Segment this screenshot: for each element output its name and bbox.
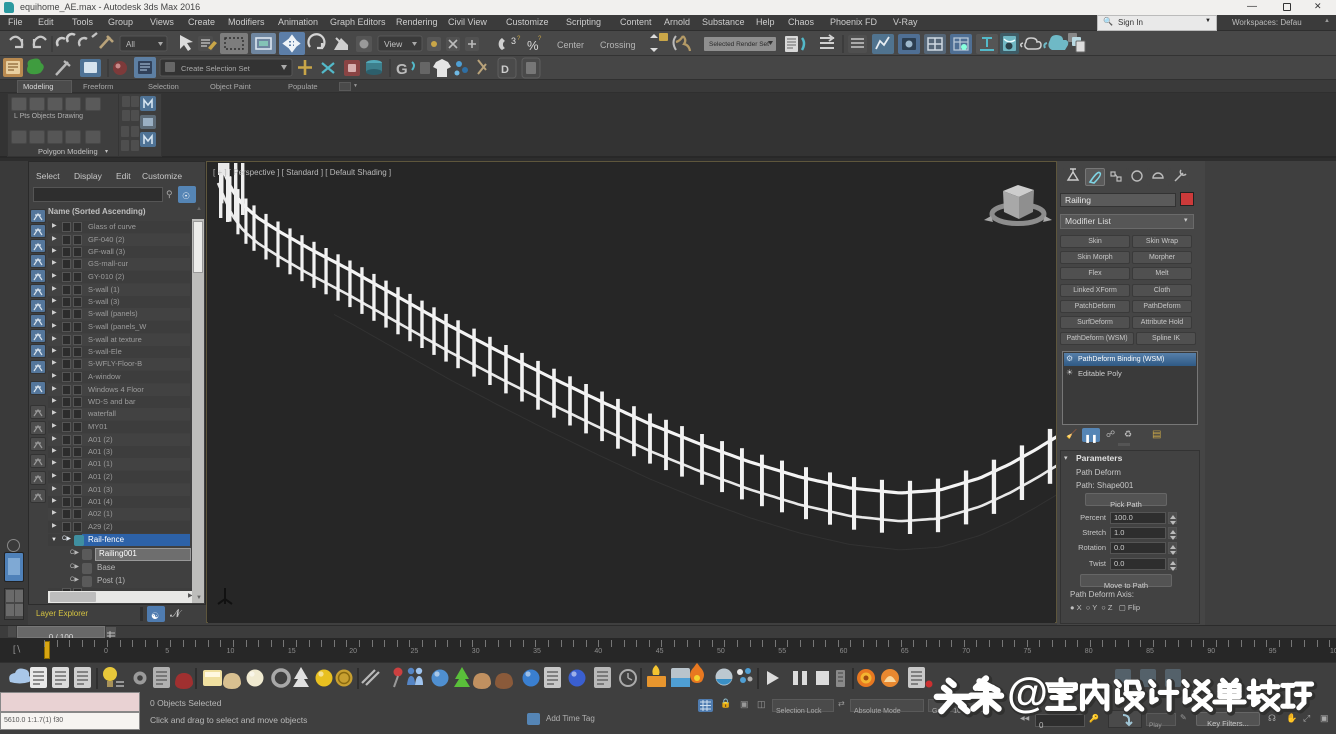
svg-text:G: G	[396, 61, 408, 78]
svg-text:All: All	[126, 40, 135, 49]
svg-text:3: 3	[511, 36, 516, 46]
svg-text:Selected Render Set: Selected Render Set	[709, 41, 769, 48]
svg-text:Crossing: Crossing	[600, 40, 636, 50]
svg-text:D: D	[501, 64, 509, 76]
svg-text:Create Selection Set: Create Selection Set	[181, 64, 251, 73]
svg-text:Center: Center	[557, 40, 584, 50]
svg-text:?: ?	[517, 36, 521, 42]
svg-text:?: ?	[538, 36, 542, 42]
svg-text:@: @	[1007, 672, 1048, 716]
svg-text:View: View	[384, 39, 403, 49]
